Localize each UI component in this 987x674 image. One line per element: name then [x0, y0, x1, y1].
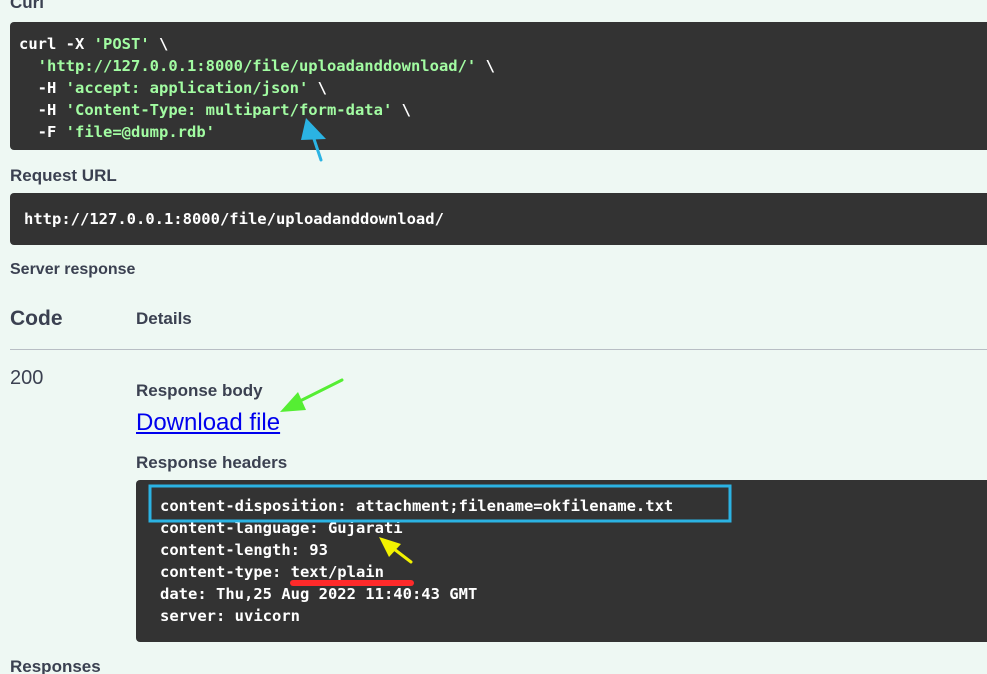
- request-url-value[interactable]: http://127.0.0.1:8000/file/uploadanddown…: [10, 193, 987, 245]
- swagger-response-panel: Curl curl -X 'POST' \ 'http://127.0.0.1:…: [0, 0, 987, 674]
- response-body-label: Response body: [136, 381, 263, 400]
- responses-label: Responses: [10, 657, 101, 674]
- header-line-content-type: content-type: text/plain: [160, 563, 384, 581]
- code-column-header: Code: [10, 307, 63, 330]
- server-response-label: Server response: [10, 261, 136, 278]
- response-status-code: 200: [10, 367, 44, 389]
- request-url-label: Request URL: [10, 166, 117, 185]
- details-column-header: Details: [136, 309, 192, 328]
- header-line-content-length: content-length: 93: [160, 541, 328, 559]
- response-headers-block[interactable]: content-disposition: attachment;filename…: [136, 480, 987, 642]
- response-headers-label: Response headers: [136, 453, 288, 472]
- curl-label: Curl: [10, 0, 44, 12]
- header-line-date: date: Thu,25 Aug 2022 11:40:43 GMT: [160, 585, 478, 603]
- curl-code-block[interactable]: curl -X 'POST' \ 'http://127.0.0.1:8000/…: [10, 22, 987, 150]
- curl-line: 'http://127.0.0.1:8000/file/uploadanddow…: [37, 57, 495, 75]
- header-line-content-language: content-language: Gujarati: [160, 519, 403, 537]
- curl-line: -H 'Content-Type: multipart/form-data' \: [19, 101, 411, 119]
- curl-line: curl -X 'POST' \: [19, 35, 169, 53]
- green-arrow-icon: [280, 378, 344, 412]
- download-file-link[interactable]: Download file: [136, 409, 280, 437]
- table-divider: [10, 349, 987, 350]
- curl-line: -H 'accept: application/json' \: [19, 79, 327, 97]
- header-line-content-disposition: content-disposition: attachment;filename…: [160, 497, 674, 515]
- header-line-server: server: uvicorn: [160, 607, 300, 625]
- curl-line: -F 'file=@dump.rdb': [19, 123, 215, 141]
